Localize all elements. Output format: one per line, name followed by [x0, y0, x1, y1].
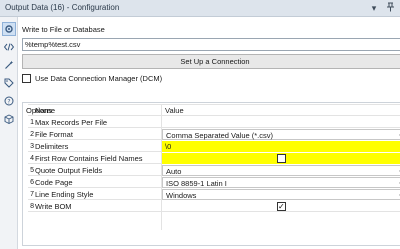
- file-path-input[interactable]: %temp%test.csv: [22, 38, 400, 51]
- line-ending-style-dropdown[interactable]: Windows ⌄: [162, 189, 400, 200]
- chevron-down-icon[interactable]: ▾: [369, 2, 379, 14]
- name-column-header: Name: [35, 106, 56, 115]
- first-row-field-names-cell: [162, 153, 400, 164]
- tag-icon[interactable]: [2, 76, 16, 90]
- table-row: 4 First Row Contains Field Names: [28, 153, 400, 164]
- row-number: 3: [30, 143, 34, 150]
- setup-connection-button[interactable]: Set Up a Connection: [22, 54, 400, 69]
- dcm-label: Use Data Connection Manager (DCM): [35, 74, 163, 83]
- help-icon[interactable]: ?: [2, 94, 16, 108]
- quote-output-fields-dropdown[interactable]: Auto ⌄: [162, 165, 400, 176]
- wand-icon[interactable]: [2, 58, 16, 72]
- dropdown-value: Windows: [166, 191, 197, 200]
- config-sidebar: ?: [0, 17, 18, 249]
- dropdown-value: ISO 8859-1 Latin I: [166, 179, 227, 188]
- table-row: 3 Delimiters \0: [28, 141, 400, 152]
- row-number: 8: [30, 203, 34, 210]
- title-bar: Output Data (16) - Configuration ▾: [0, 0, 400, 17]
- value-column-header: Value: [165, 106, 184, 115]
- options-grid: Name Value 1 Max Records Per File 2 File…: [28, 104, 400, 230]
- dcm-checkbox[interactable]: [22, 74, 31, 83]
- code-page-dropdown[interactable]: ISO 8859-1 Latin I ⌄: [162, 177, 400, 188]
- first-row-field-names-checkbox[interactable]: [277, 154, 286, 163]
- write-bom-cell: [162, 201, 400, 212]
- row-name: Delimiters: [35, 142, 69, 151]
- window-title: Output Data (16) - Configuration: [5, 3, 120, 12]
- row-name: Quote Output Fields: [35, 166, 103, 175]
- table-row: 2 File Format Comma Separated Value (*.c…: [28, 129, 400, 140]
- row-name: Write BOM: [35, 202, 72, 211]
- cube-icon[interactable]: [2, 112, 16, 126]
- row-number: 7: [30, 191, 34, 198]
- delimiters-input[interactable]: \0: [162, 141, 400, 152]
- grid-header: Name Value: [28, 105, 400, 116]
- max-records-input[interactable]: [162, 117, 400, 128]
- write-bom-checkbox[interactable]: [277, 201, 286, 212]
- table-row: 1 Max Records Per File: [28, 117, 400, 128]
- file-format-dropdown[interactable]: Comma Separated Value (*.csv) ⌄: [162, 129, 400, 140]
- write-label: Write to File or Database: [22, 25, 105, 34]
- row-name: Line Ending Style: [35, 190, 94, 199]
- table-row: 5 Quote Output Fields Auto ⌄: [28, 165, 400, 176]
- pin-icon[interactable]: [385, 2, 395, 14]
- code-icon[interactable]: [2, 40, 16, 54]
- table-row: 7 Line Ending Style Windows ⌄: [28, 189, 400, 200]
- row-name: File Format: [35, 130, 73, 139]
- svg-text:?: ?: [7, 98, 10, 105]
- table-row: 6 Code Page ISO 8859-1 Latin I ⌄: [28, 177, 400, 188]
- row-name: Code Page: [35, 178, 73, 187]
- dropdown-value: Comma Separated Value (*.csv): [166, 131, 273, 140]
- table-row: 8 Write BOM: [28, 201, 400, 212]
- gear-icon[interactable]: [2, 22, 16, 36]
- row-name: Max Records Per File: [35, 118, 108, 127]
- row-number: 1: [30, 119, 34, 126]
- dropdown-value: Auto: [166, 167, 182, 176]
- row-number: 2: [30, 131, 34, 138]
- row-number: 5: [30, 167, 34, 174]
- row-name: First Row Contains Field Names: [35, 154, 143, 163]
- row-number: 6: [30, 179, 34, 186]
- row-number: 4: [30, 155, 34, 162]
